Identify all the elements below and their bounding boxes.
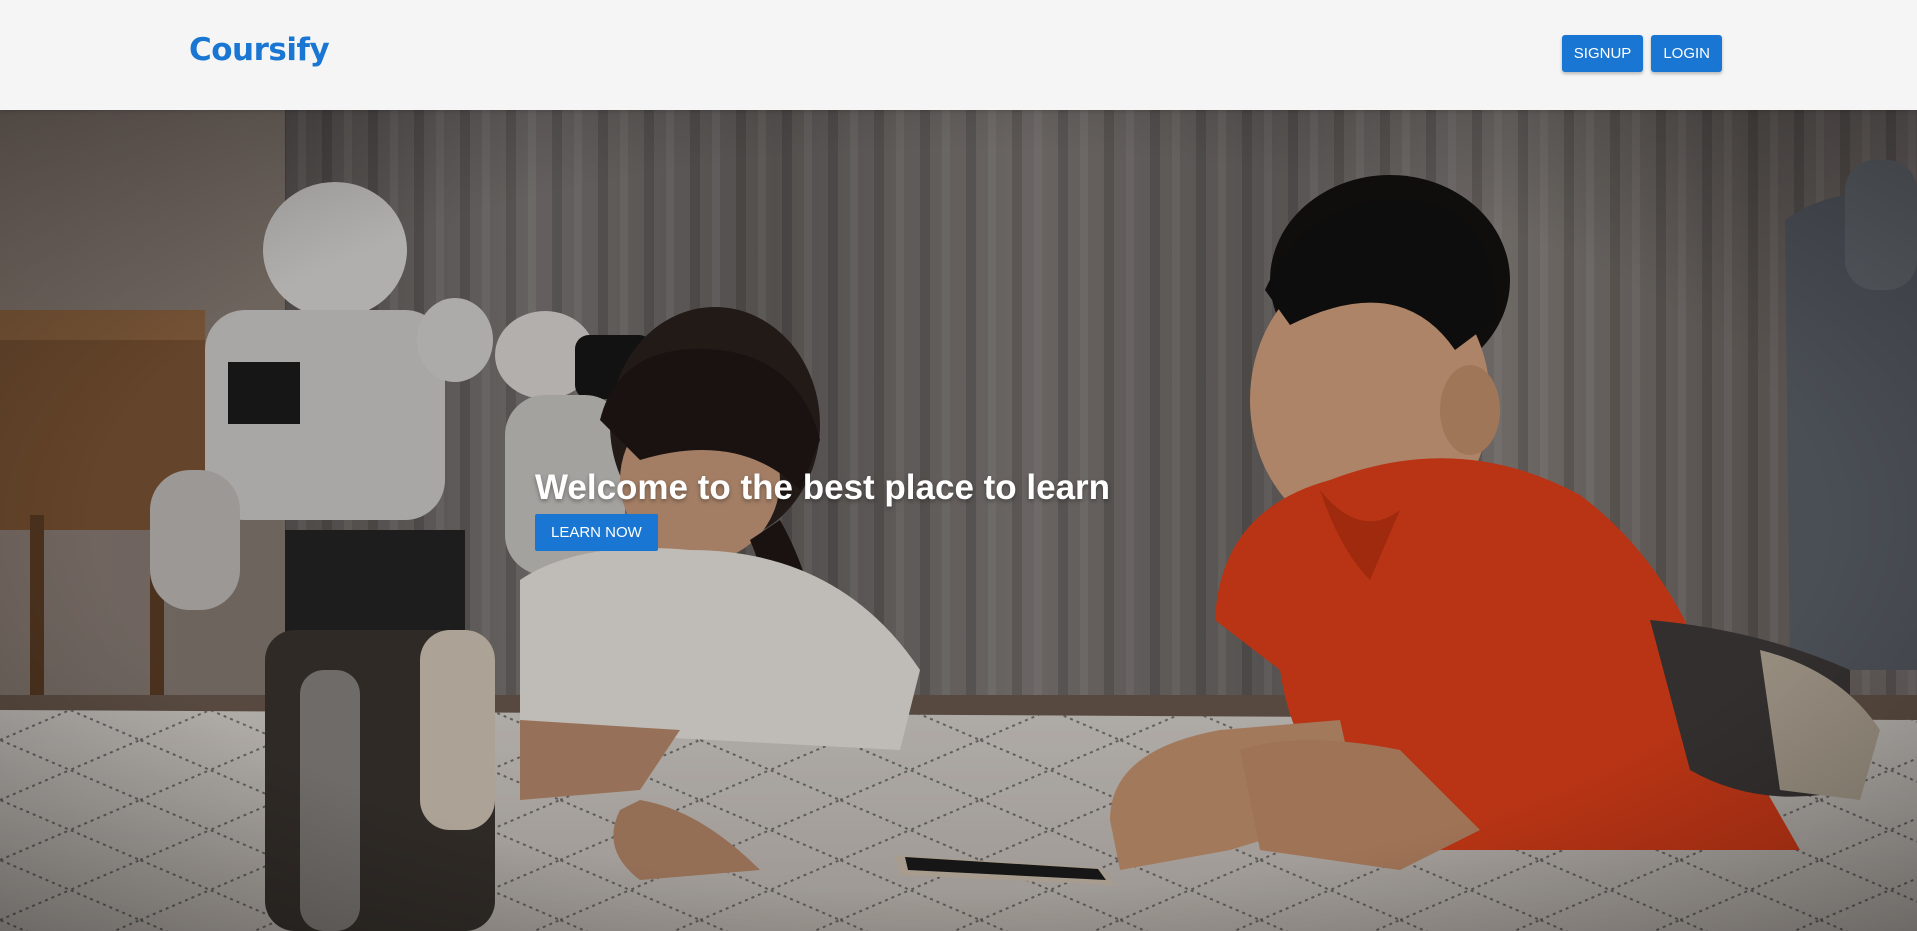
brand-logo[interactable]: Coursify xyxy=(189,32,330,68)
nav-actions: SIGNUP LOGIN xyxy=(1561,35,1722,72)
learn-now-button[interactable]: LEARN NOW xyxy=(535,514,658,551)
signup-button[interactable]: SIGNUP xyxy=(1561,35,1644,72)
hero-section: Welcome to the best place to learn LEARN… xyxy=(0,110,1917,931)
top-navbar: Coursify SIGNUP LOGIN xyxy=(0,0,1917,110)
hero-content: Welcome to the best place to learn LEARN… xyxy=(535,468,1110,551)
login-button[interactable]: LOGIN xyxy=(1651,35,1722,72)
hero-title: Welcome to the best place to learn xyxy=(535,468,1111,507)
